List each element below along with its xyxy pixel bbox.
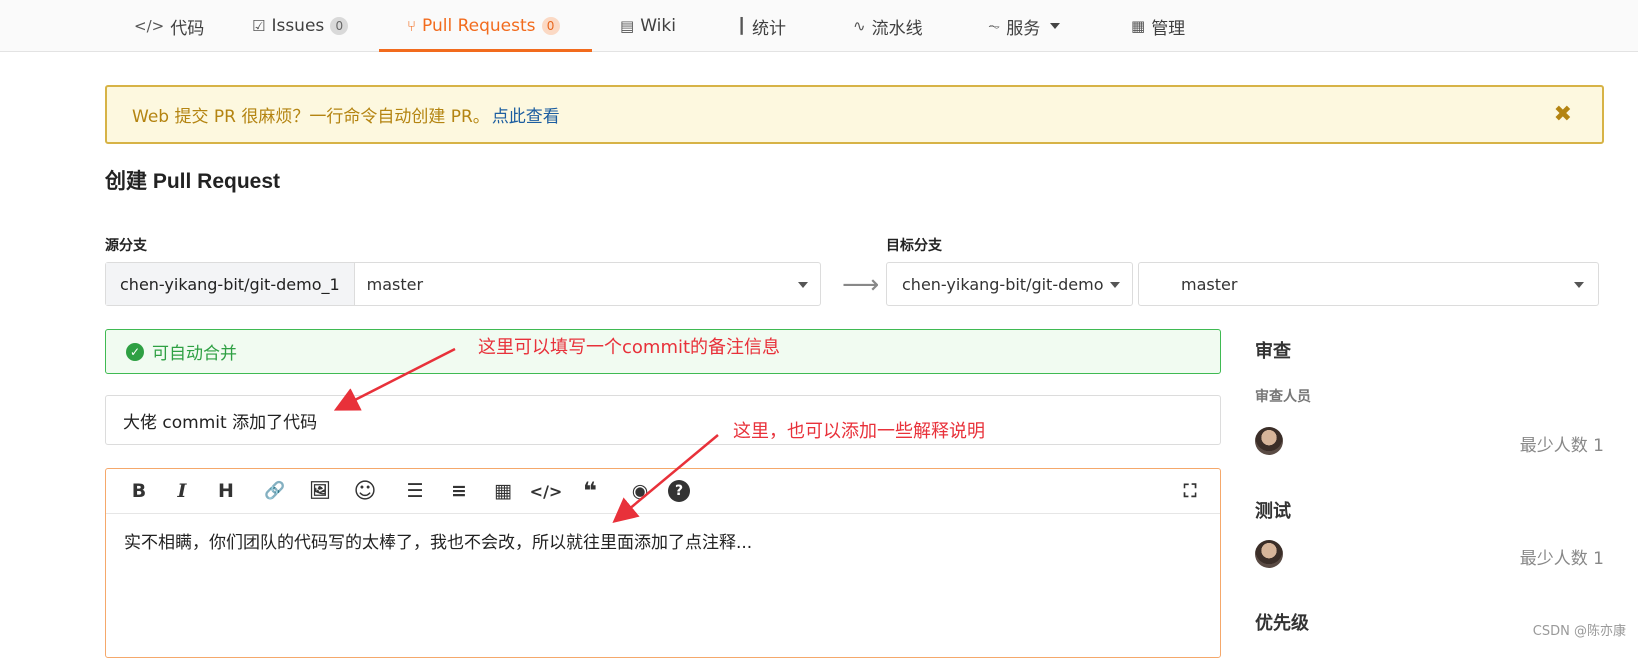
annotation-text: 这里可以填写一个commit的备注信息 — [478, 337, 781, 358]
reviewers-min-count: 最少人数 1 — [1519, 436, 1604, 456]
avatar[interactable] — [1255, 540, 1283, 568]
testers-min-count: 最少人数 1 — [1519, 549, 1604, 569]
review-heading: 审查 — [1255, 341, 1291, 362]
annotation-text: 这里，也可以添加一些解释说明 — [733, 421, 985, 442]
reviewers-label: 审查人员 — [1255, 389, 1311, 405]
annotation-arrow — [612, 434, 719, 524]
annotation-arrow — [333, 347, 456, 411]
avatar[interactable] — [1255, 427, 1283, 455]
test-heading: 测试 — [1255, 501, 1291, 522]
annotation-arrows — [333, 347, 719, 524]
priority-heading: 优先级 — [1255, 613, 1309, 634]
watermark: CSDN @陈亦康 — [1532, 624, 1626, 639]
